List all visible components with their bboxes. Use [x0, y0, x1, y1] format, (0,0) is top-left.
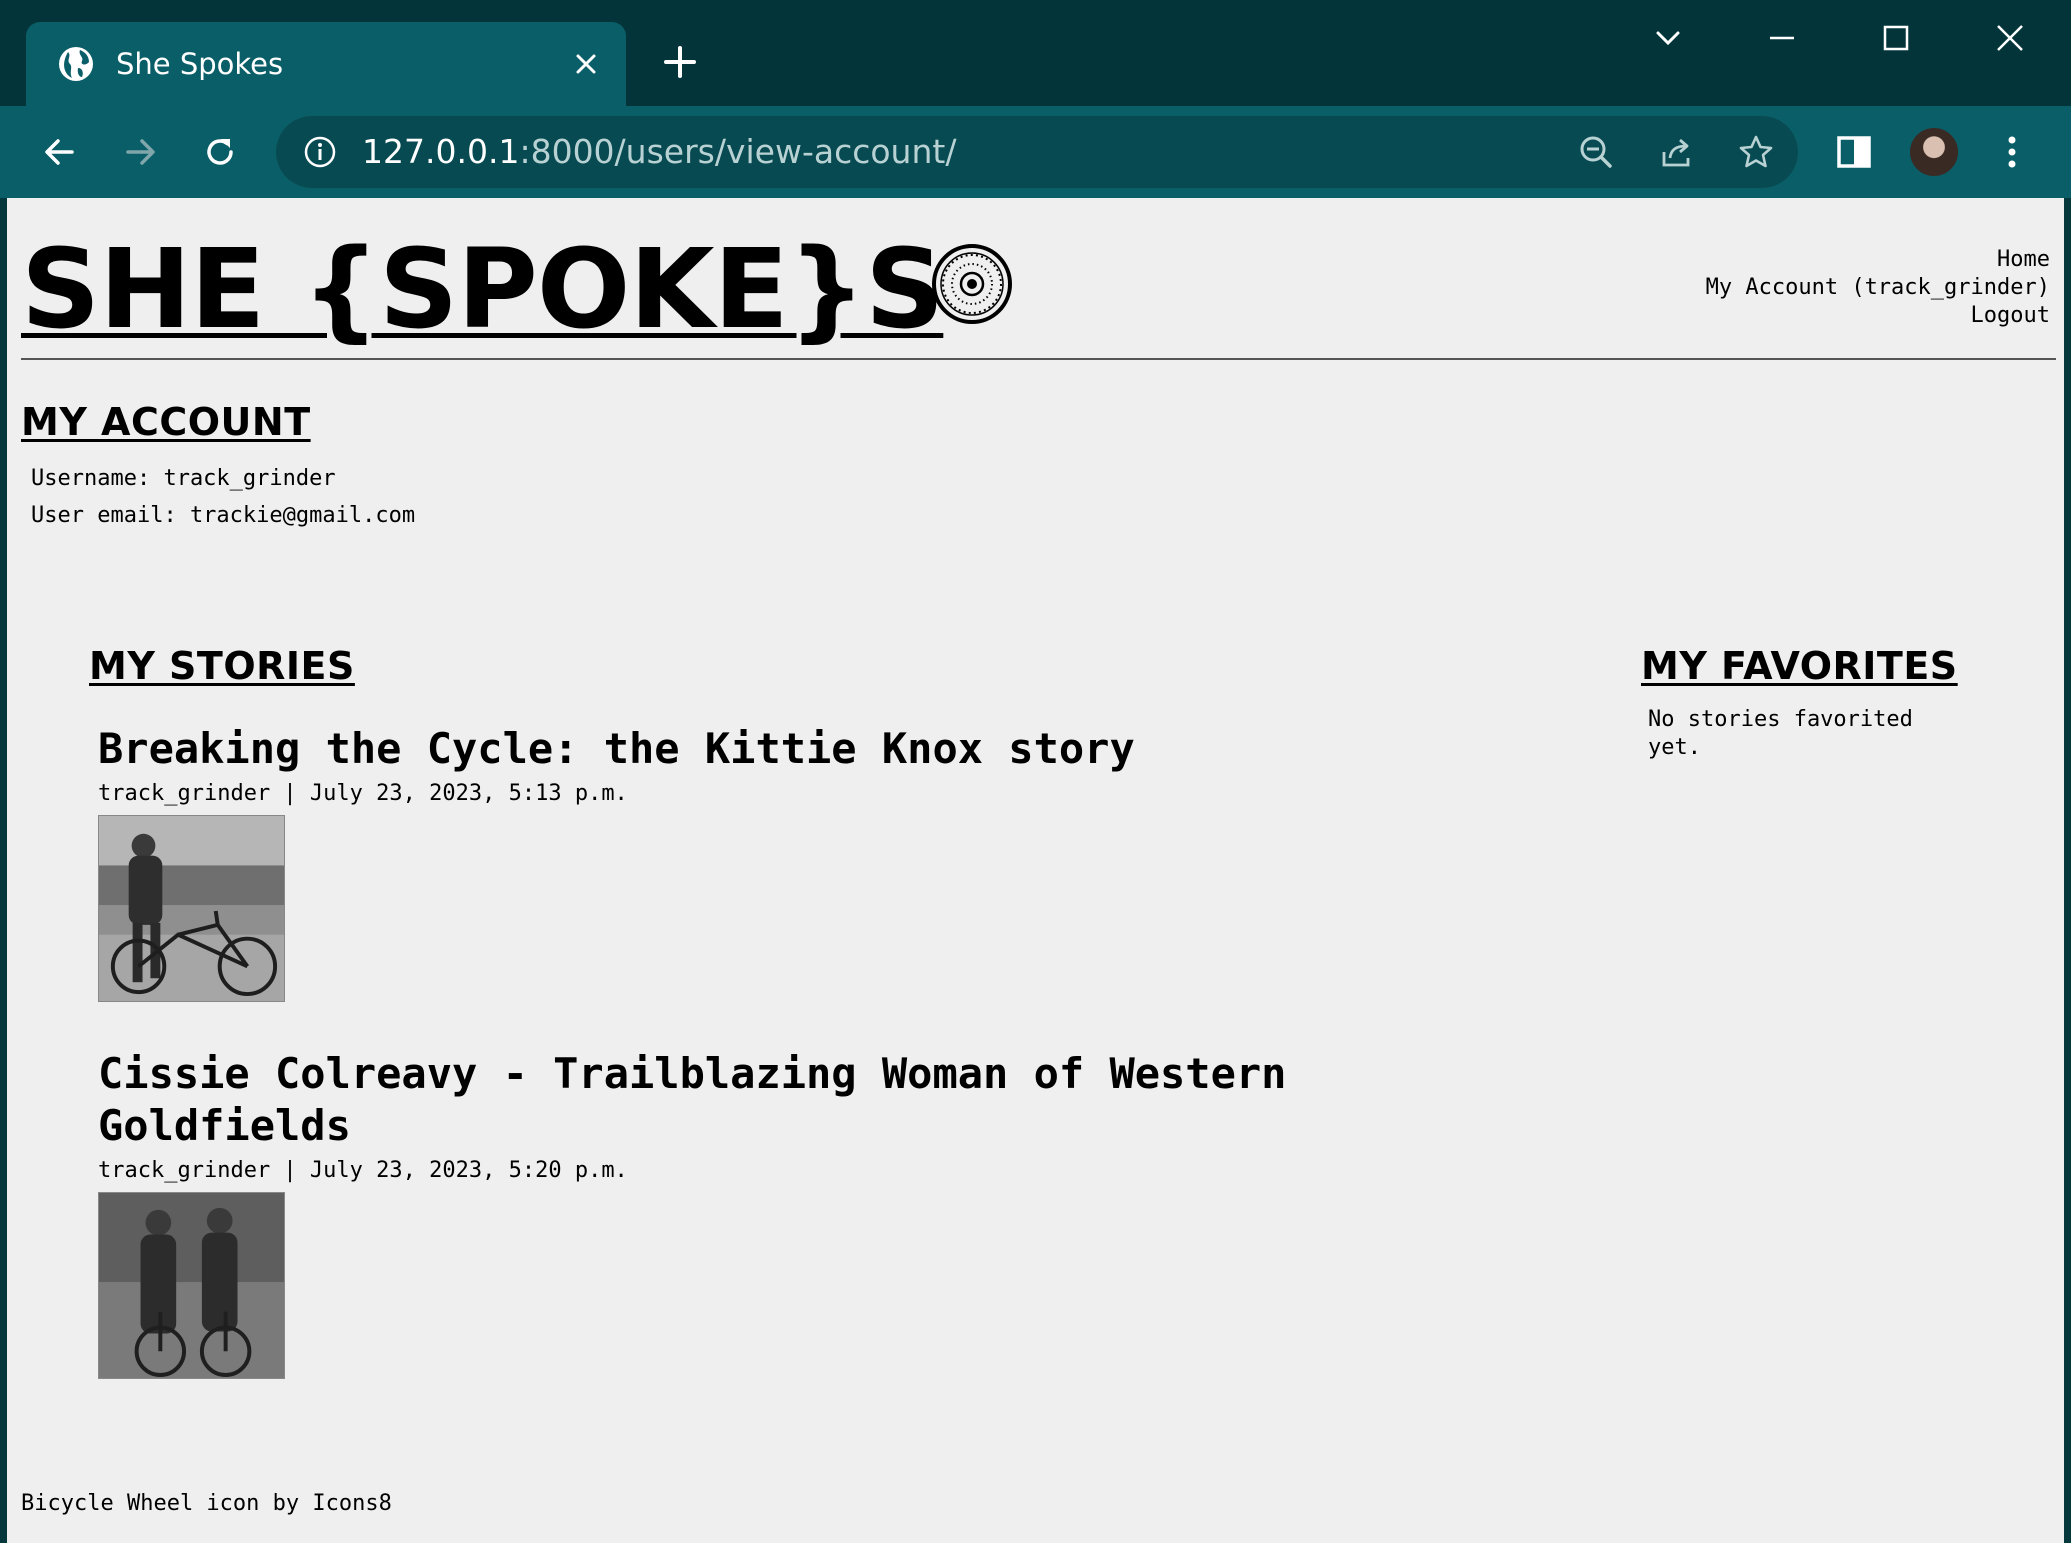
- tab-search-chevron-icon[interactable]: [1648, 18, 1688, 58]
- email-line: User email: trackie@gmail.com: [31, 503, 416, 528]
- side-panel-icon[interactable]: [1832, 130, 1876, 174]
- story-title-link[interactable]: Cissie Colreavy - Trailblazing Woman of …: [98, 1048, 1328, 1152]
- profile-avatar[interactable]: [1908, 126, 1960, 178]
- story-thumbnail-image[interactable]: [98, 815, 285, 1002]
- menu-dots-icon[interactable]: [1990, 130, 2034, 174]
- favorites-empty-message: No stories favorited yet.: [1648, 707, 1913, 760]
- new-tab-icon[interactable]: [660, 42, 700, 82]
- bicycle-wheel-icon: [932, 244, 1012, 324]
- top-nav: Home My Account (track_grinder) Logout: [1706, 246, 2050, 330]
- close-window-icon[interactable]: [1990, 18, 2030, 58]
- my-favorites-heading: MY FAVORITES: [1641, 644, 1958, 688]
- close-tab-icon[interactable]: [570, 48, 602, 80]
- my-account-heading: MY ACCOUNT: [21, 400, 311, 444]
- story-title-link[interactable]: Breaking the Cycle: the Kittie Knox stor…: [98, 723, 1328, 775]
- minimize-icon[interactable]: [1762, 18, 1802, 58]
- footer-credit: Bicycle Wheel icon by Icons8: [21, 1491, 392, 1516]
- nav-account-link[interactable]: My Account (track_grinder): [1706, 274, 2050, 302]
- nav-logout-link[interactable]: Logout: [1706, 302, 2050, 330]
- url-text[interactable]: 127.0.0.1:8000/users/view-account/: [362, 130, 956, 174]
- story-thumbnail-image[interactable]: [98, 1192, 285, 1379]
- globe-icon: [59, 47, 93, 81]
- url-path: :8000/users/view-account/: [519, 132, 957, 171]
- maximize-icon[interactable]: [1876, 18, 1916, 58]
- username-line: Username: track_grinder: [31, 466, 336, 491]
- bookmark-star-icon[interactable]: [1736, 132, 1776, 172]
- reload-icon[interactable]: [198, 130, 242, 174]
- browser-toolbar: 127.0.0.1:8000/users/view-account/: [0, 106, 2071, 198]
- site-title-link[interactable]: SHE {SPOKE}S: [21, 224, 944, 354]
- tab-strip: She Spokes: [0, 0, 2071, 106]
- address-bar[interactable]: 127.0.0.1:8000/users/view-account/: [276, 116, 1798, 188]
- site-info-icon[interactable]: [302, 134, 338, 170]
- nav-home-link[interactable]: Home: [1706, 246, 2050, 274]
- story-meta: track_grinder | July 23, 2023, 5:13 p.m.: [98, 781, 628, 806]
- my-stories-heading: MY STORIES: [89, 644, 355, 688]
- url-host: 127.0.0.1: [362, 132, 520, 171]
- header-divider: [21, 358, 2056, 360]
- web-page: SHE {SPOKE}S Home My Account (track_grin…: [7, 198, 2064, 1543]
- zoom-icon[interactable]: [1576, 132, 1616, 172]
- story-meta: track_grinder | July 23, 2023, 5:20 p.m.: [98, 1158, 628, 1183]
- forward-arrow-icon[interactable]: [118, 130, 162, 174]
- tab-she-spokes[interactable]: She Spokes: [26, 22, 626, 106]
- story-card: Breaking the Cycle: the Kittie Knox stor…: [98, 723, 1328, 1002]
- back-arrow-icon[interactable]: [38, 130, 82, 174]
- tab-title: She Spokes: [116, 47, 284, 81]
- share-icon[interactable]: [1656, 132, 1696, 172]
- account-info: Username: track_grinder User email: trac…: [31, 460, 415, 534]
- story-card: Cissie Colreavy - Trailblazing Woman of …: [98, 1048, 1328, 1379]
- browser-window: She Spokes 127.0.0.1:8000/users/view-acc…: [0, 0, 2071, 1543]
